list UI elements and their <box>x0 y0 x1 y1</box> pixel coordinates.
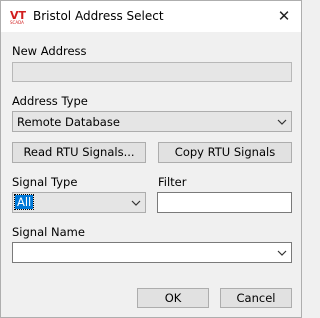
chevron-down-icon <box>277 250 287 256</box>
chevron-down-icon <box>131 200 141 206</box>
address-type-dropdown[interactable]: Remote Database <box>12 111 292 132</box>
address-type-label: Address Type <box>12 94 88 108</box>
signal-name-label: Signal Name <box>12 225 85 239</box>
window-title: Bristol Address Select <box>33 9 164 23</box>
read-rtu-signals-button[interactable]: Read RTU Signals... <box>12 142 146 163</box>
svg-text:SCADA: SCADA <box>10 20 24 25</box>
signal-type-label: Signal Type <box>12 175 78 189</box>
new-address-field <box>12 62 292 82</box>
new-address-label: New Address <box>12 44 87 58</box>
filter-input[interactable] <box>157 192 292 213</box>
chevron-down-icon <box>277 119 287 125</box>
ok-button[interactable]: OK <box>137 288 209 308</box>
filter-label: Filter <box>158 175 187 189</box>
address-type-value: Remote Database <box>17 115 120 129</box>
dialog-window: VT SCADA Bristol Address Select ✕ New Ad… <box>0 0 302 318</box>
signal-name-dropdown[interactable] <box>12 242 292 263</box>
title-bar: VT SCADA Bristol Address Select ✕ <box>1 1 301 32</box>
close-icon[interactable]: ✕ <box>274 6 294 26</box>
cancel-button[interactable]: Cancel <box>220 288 292 308</box>
signal-type-value: All <box>13 194 35 210</box>
copy-rtu-signals-button[interactable]: Copy RTU Signals <box>158 142 292 163</box>
signal-type-dropdown[interactable]: All <box>12 192 146 213</box>
vtscada-logo-icon: VT SCADA <box>10 9 27 25</box>
